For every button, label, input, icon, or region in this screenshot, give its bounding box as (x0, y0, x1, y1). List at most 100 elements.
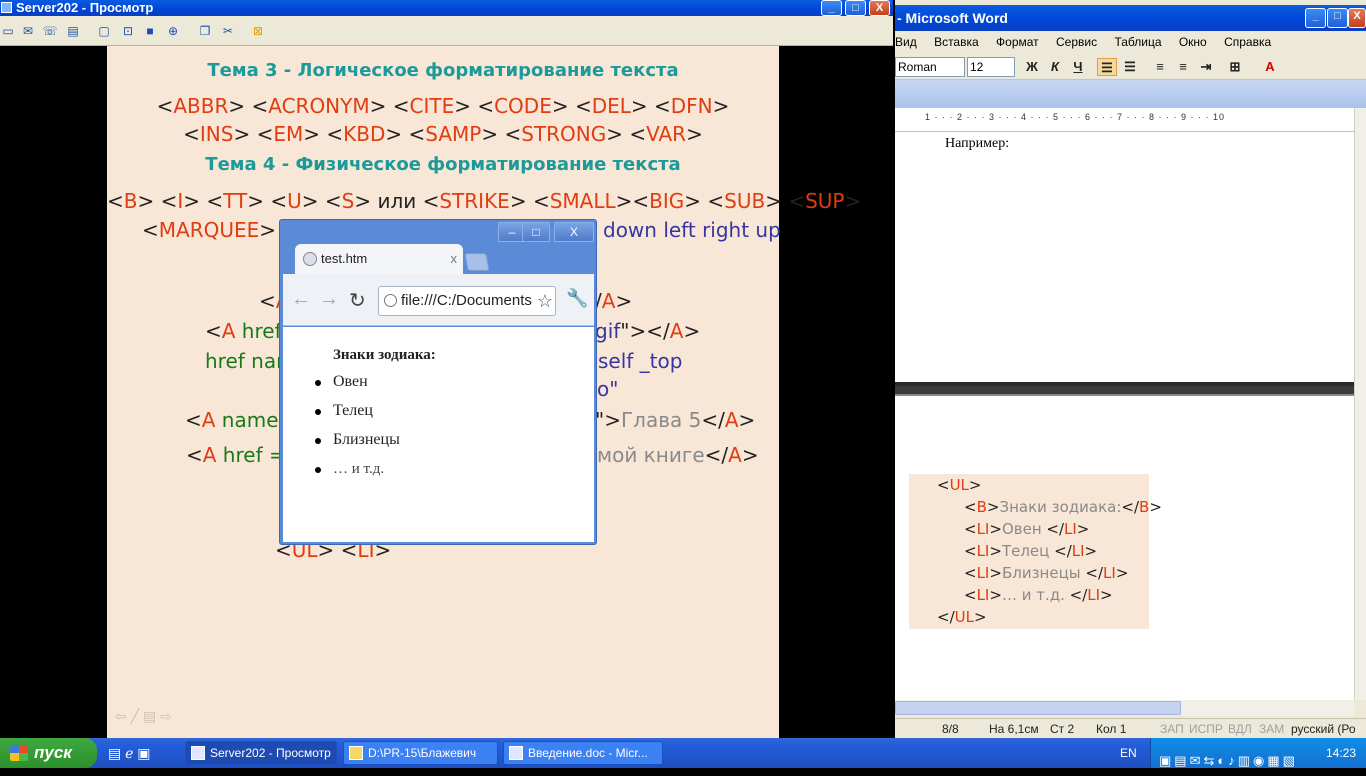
status-rec[interactable]: ЗАП (1160, 719, 1184, 739)
text-run: > (986, 498, 1000, 516)
align-left-icon[interactable]: ☰ (1097, 58, 1117, 76)
new-tab-button[interactable] (464, 253, 490, 271)
task-folder[interactable]: D:\PR-15\Блажевич (343, 741, 498, 765)
minimize-button[interactable]: _ (821, 0, 842, 16)
bullet-icon (315, 467, 321, 473)
text-run: INS (199, 122, 234, 146)
text-run: > (1084, 542, 1098, 560)
text-run: > (1149, 498, 1162, 516)
phone-icon[interactable]: ☏ (42, 23, 58, 39)
status-column: Кол 1 (1096, 722, 1127, 736)
bullet-list-icon[interactable]: ≡ (1173, 58, 1193, 76)
list-item: … и т.д. (333, 461, 385, 477)
code-image: <UL> <B>Знаки зодиака:</B> <LI>Овен </LI… (909, 474, 1162, 629)
text-run: B (1139, 498, 1150, 516)
viewer-title-bar[interactable]: Server202 - Просмотр (0, 0, 893, 16)
scroll-thumb[interactable] (895, 701, 1181, 715)
start-button[interactable]: пуск (0, 738, 97, 768)
exit-icon[interactable]: ⊠ (250, 23, 266, 39)
menu-item-insert[interactable]: Вставка (934, 35, 979, 49)
logical-tags-line-2: <INS> <EM> <KBD> <SAMP> <STRONG> <VAR> (107, 122, 779, 146)
font-size-combo[interactable]: 12 (967, 57, 1015, 77)
align-center-icon[interactable]: ☰ (1120, 58, 1140, 76)
message-icon[interactable]: ▤ (65, 23, 81, 39)
word-minimize-button[interactable]: _ (1305, 8, 1326, 28)
chat-icon[interactable]: ✉ (20, 23, 36, 39)
task-word[interactable]: Введение.doc - Micr... (503, 741, 663, 765)
font-color-icon[interactable]: A (1260, 58, 1280, 76)
text-run: SUP (805, 189, 845, 213)
status-trk[interactable]: ИСПР (1189, 719, 1223, 739)
menu-item-help[interactable]: Справка (1224, 35, 1271, 49)
back-icon[interactable]: ← (291, 288, 311, 311)
horizontal-scrollbar[interactable] (895, 700, 1354, 716)
menu-item-view[interactable]: Вид (895, 35, 917, 49)
document-pane-bottom[interactable]: <UL> <B>Знаки зодиака:</B> <LI>Овен </LI… (895, 396, 1354, 700)
menu-item-tools[interactable]: Сервис (1056, 35, 1097, 49)
status-ext[interactable]: ВДЛ (1228, 719, 1252, 739)
fit-icon[interactable]: ⊡ (120, 23, 136, 39)
font-name-combo[interactable]: Roman (895, 57, 965, 77)
status-ovr[interactable]: ЗАМ (1259, 719, 1284, 739)
text-run: </ (1046, 520, 1065, 538)
menu-item-format[interactable]: Формат (996, 35, 1039, 49)
ruler[interactable]: 1 · · · 2 · · · 3 · · · 4 · · · 5 · · · … (895, 108, 1366, 132)
tray-icons[interactable]: ▣▤✉⇆◐♪▥◉▦▧ (1159, 746, 1298, 776)
vertical-scrollbar[interactable] (1354, 108, 1366, 700)
text-run: LI (1087, 586, 1101, 604)
language-indicator[interactable]: EN (1120, 738, 1137, 768)
text-run: ABBR (173, 94, 229, 118)
fullscreen-icon[interactable]: ■ (142, 23, 158, 39)
status-position: На 6,1см (989, 722, 1039, 736)
borders-icon[interactable]: ⊞ (1225, 58, 1245, 76)
bold-button[interactable]: Ж (1022, 58, 1042, 76)
text-run: UL (949, 476, 969, 494)
forward-icon[interactable]: → (319, 288, 339, 311)
copy-icon[interactable]: ❐ (197, 23, 213, 39)
tab-test-htm[interactable]: test.htm x (295, 244, 463, 274)
menu-item-table[interactable]: Таблица (1114, 35, 1161, 49)
system-tray: ▣▤✉⇆◐♪▥◉▦▧ 14:23 (1150, 738, 1366, 768)
word-maximize-button[interactable]: □ (1327, 8, 1348, 28)
italic-button[interactable]: К (1045, 58, 1065, 76)
split-bar[interactable] (895, 382, 1354, 396)
text-run: SUB (724, 189, 766, 213)
underline-button[interactable]: Ч (1068, 58, 1088, 76)
scale-icon[interactable]: ⊕ (165, 23, 181, 39)
browser-maximize-button[interactable]: □ (522, 222, 550, 242)
word-close-button[interactable]: X (1348, 8, 1366, 28)
document-pane-top[interactable]: Например: (895, 132, 1354, 382)
text-run: Телец (1001, 542, 1055, 560)
browser-close-button[interactable]: X (554, 222, 594, 242)
text-run: > < (247, 189, 288, 213)
text-run: > (844, 189, 862, 213)
text-run: STRIKE (439, 189, 510, 213)
code-line: <LI>Телец </LI> (964, 542, 1097, 560)
slide-nav-icons[interactable]: ⇦ ╱ ▤ ⇨ (115, 708, 172, 725)
window-icon[interactable]: ▢ (96, 23, 112, 39)
tab-close-icon[interactable]: x (451, 244, 458, 274)
task-server202[interactable]: Server202 - Просмотр (185, 741, 337, 765)
reload-icon[interactable]: ↻ (349, 288, 366, 313)
maximize-button[interactable]: □ (845, 0, 866, 16)
text-run: B (123, 189, 138, 213)
indent-icon[interactable]: ⇥ (1196, 58, 1216, 76)
text-run: Глава 5 (620, 408, 702, 432)
list-item: Близнецы (333, 431, 400, 448)
star-icon[interactable]: ☆ (534, 287, 553, 315)
text-run: </ (1054, 542, 1072, 560)
quicklaunch-icons[interactable]: ▤ ℯ ▣ (108, 745, 151, 762)
tools-icon[interactable]: ✂ (220, 23, 236, 39)
wrench-icon[interactable]: 🔧 (566, 288, 588, 309)
text-run: LI (976, 586, 990, 604)
text-run: LI (1064, 520, 1077, 538)
screen-icon[interactable]: ▭ (0, 23, 16, 39)
close-button[interactable]: X (869, 0, 890, 16)
word-menu-bar: Вид Вставка Формат Сервис Таблица Окно С… (895, 31, 1366, 53)
address-bar[interactable]: file:///C:/Documents ☆ (378, 286, 556, 316)
text-run: мой книге (597, 443, 705, 467)
text-run: LI (976, 564, 990, 582)
word-title-bar[interactable]: - Microsoft Word (895, 5, 1366, 31)
menu-item-window[interactable]: Окно (1179, 35, 1207, 49)
numbered-list-icon[interactable]: ≡ (1150, 58, 1170, 76)
